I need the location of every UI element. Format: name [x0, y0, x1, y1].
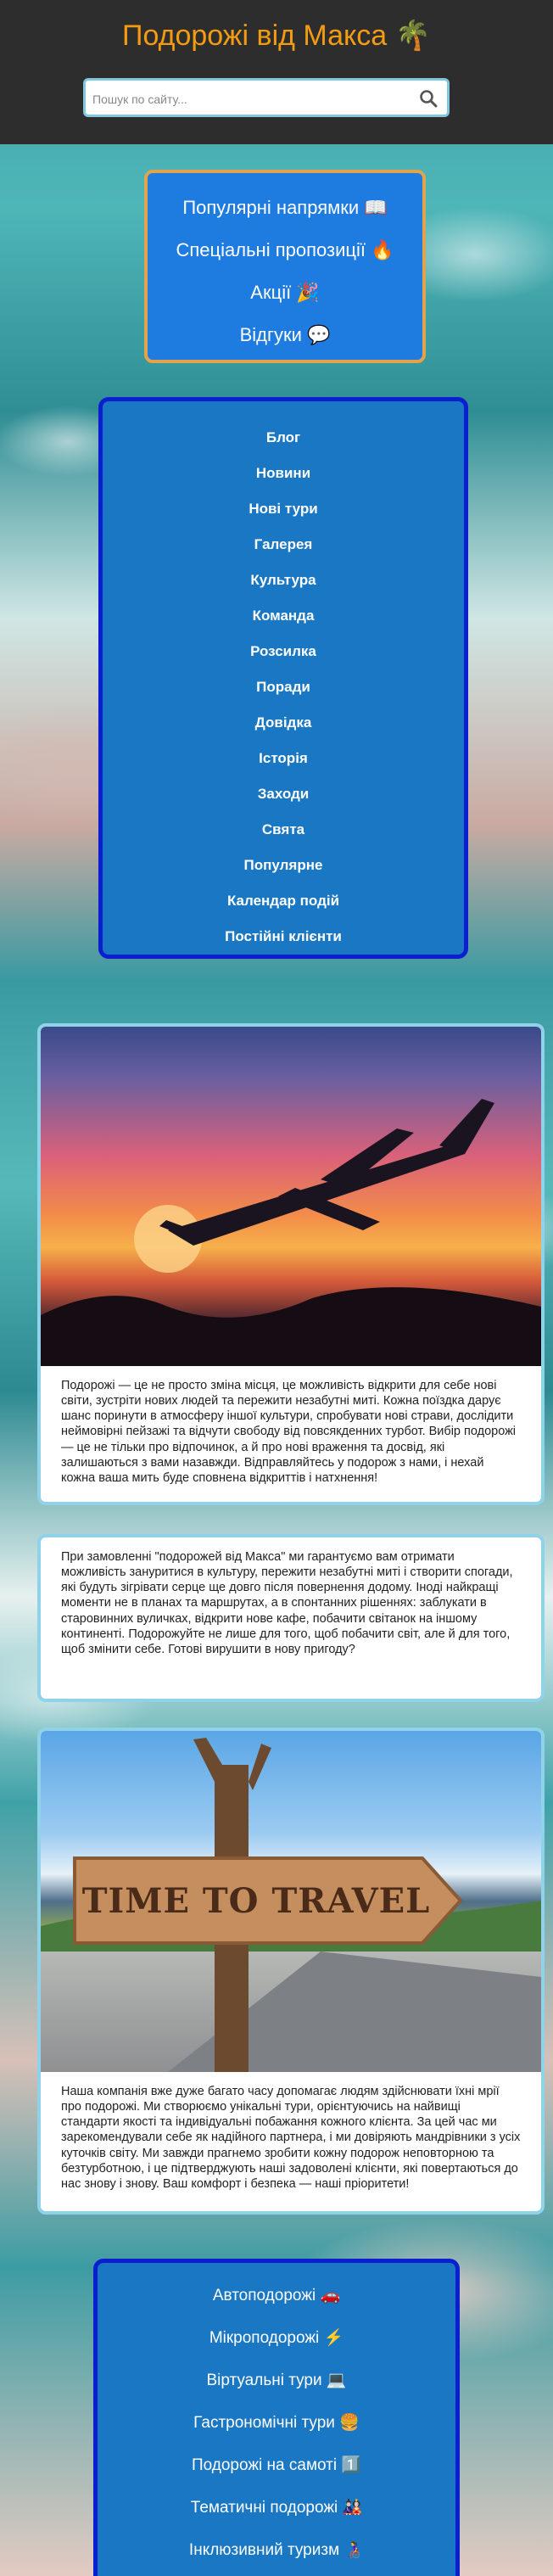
tour-solo[interactable]: Подорожі на самоті 1️⃣ — [98, 2444, 455, 2487]
nav-item-culture[interactable]: Культура — [103, 563, 464, 598]
highlights-menu: Популярні напрямки 📖 Спеціальні пропозиц… — [144, 170, 426, 363]
card-guarantee: При замовленні "подорожей від Макса" ми … — [37, 1534, 545, 1702]
nav-item-history[interactable]: Історія — [103, 741, 464, 776]
nav-item-help[interactable]: Довідка — [103, 705, 464, 741]
card-text: При замовленні "подорожей від Макса" ми … — [61, 1550, 513, 1656]
tour-micro-trips[interactable]: Мікроподорожі ⚡ — [98, 2317, 455, 2360]
highlight-special-offers[interactable]: Спеціальні пропозиції 🔥 — [148, 229, 422, 272]
card-company: TIME TO TRAVEL Наша компанія вже дуже ба… — [37, 1728, 545, 2215]
nav-item-popular[interactable]: Популярне — [103, 848, 464, 883]
card-travel-intro: Подорожі — це не просто зміна місця, це … — [37, 1023, 545, 1505]
airplane-sunset-image — [41, 1027, 541, 1366]
tour-thematic[interactable]: Тематичні подорожі 🎎 — [98, 2487, 455, 2529]
highlight-reviews[interactable]: Відгуки 💬 — [148, 314, 422, 356]
card-text: Подорожі — це не просто зміна місця, це … — [61, 1379, 517, 1485]
nav-item-holidays[interactable]: Свята — [103, 812, 464, 848]
tour-inclusive[interactable]: Інклюзивний туризм 👩‍🦽 — [98, 2529, 455, 2572]
nav-item-news[interactable]: Новини — [103, 456, 464, 491]
tour-types-menu: Автоподорожі 🚗 Мікроподорожі ⚡ Віртуальн… — [93, 2259, 460, 2576]
sign-text: TIME TO TRAVEL — [81, 1881, 431, 1921]
highlight-popular-destinations[interactable]: Популярні напрямки 📖 — [148, 187, 422, 229]
search-input[interactable] — [91, 87, 408, 111]
site-header: Подорожі від Макса 🌴 — [0, 0, 553, 144]
nav-item-team[interactable]: Команда — [103, 598, 464, 634]
nav-item-gallery[interactable]: Галерея — [103, 527, 464, 563]
tour-virtual[interactable]: Віртуальні тури 💻 — [98, 2360, 455, 2402]
nav-item-event-calendar[interactable]: Календар подій — [103, 883, 464, 919]
highlight-promotions[interactable]: Акції 🎉 — [148, 272, 422, 314]
nav-item-tips[interactable]: Поради — [103, 669, 464, 705]
nav-item-newsletter[interactable]: Розсилка — [103, 634, 464, 669]
tour-gastronomic[interactable]: Гастрономічні тури 🍔 — [98, 2402, 455, 2444]
nav-item-events[interactable]: Заходи — [103, 776, 464, 812]
time-to-travel-image: TIME TO TRAVEL — [41, 1731, 541, 2072]
site-title: Подорожі від Макса 🌴 — [122, 20, 431, 52]
nav-item-regular-clients[interactable]: Постійні клієнти — [103, 919, 464, 955]
nav-item-new-tours[interactable]: Нові тури — [103, 491, 464, 527]
tour-car-trips[interactable]: Автоподорожі 🚗 — [98, 2275, 455, 2317]
card-text: Наша компанія вже дуже багато часу допом… — [61, 2085, 521, 2191]
search-bar — [83, 78, 450, 117]
nav-item-blog[interactable]: Блог — [103, 420, 464, 456]
main-navigation: Блог Новини Нові тури Галерея Культура К… — [98, 397, 468, 959]
search-icon[interactable] — [418, 88, 438, 109]
